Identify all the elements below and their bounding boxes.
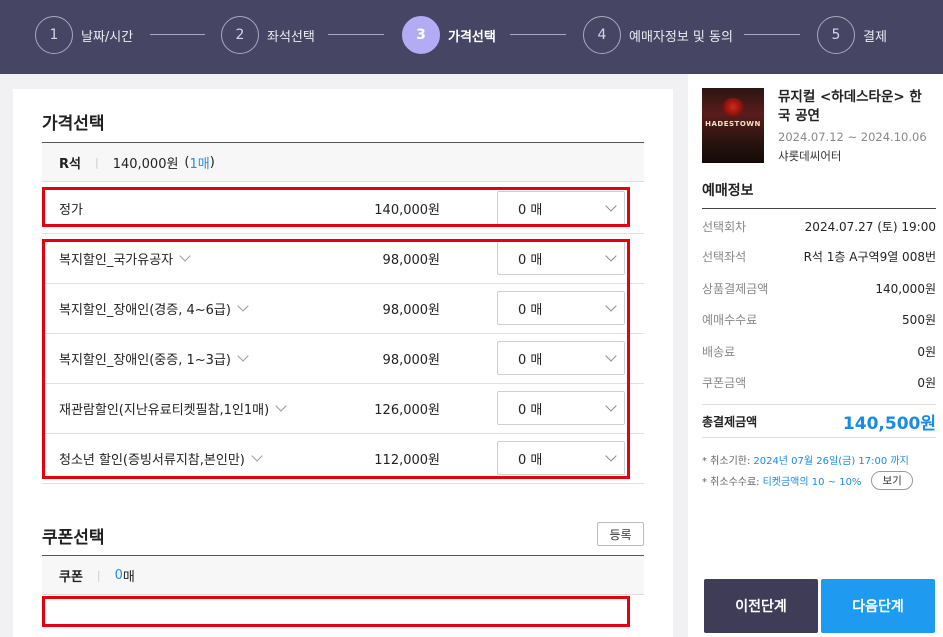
note-label: * 취소수수료: <box>702 477 760 488</box>
coupon-label: 쿠폰 <box>59 569 83 585</box>
step-3-active: 3 가격선택 <box>402 15 496 55</box>
info-value: R석 1층 A구역9열 008번 <box>803 249 936 264</box>
info-value: 140,000원 <box>875 281 936 296</box>
note-value: 2024년 07월 26일(금) 17:00 까지 <box>753 456 909 467</box>
coupon-count-unit: 매 <box>122 569 135 585</box>
poster-rose-graphic <box>722 98 744 116</box>
grade-name: R석 <box>59 156 81 172</box>
info-key: 상품결제금액 <box>702 281 769 296</box>
step-label: 가격선택 <box>448 29 496 45</box>
show-venue: 샤롯데씨어터 <box>778 149 842 163</box>
coupon-register-button[interactable]: 등록 <box>597 522 644 546</box>
prev-step-button[interactable]: 이전단계 <box>704 579 818 633</box>
info-value: 500원 <box>902 312 936 327</box>
info-row: 배송료 0원 <box>702 341 936 361</box>
divider: | <box>96 568 101 582</box>
info-row: 상품결제금액 140,000원 <box>702 278 936 298</box>
booking-summary-sidebar: HADESTOWN 뮤지컬 <하데스타운> 한국 공연 2024.07.12 ~… <box>688 74 943 637</box>
step-number: 1 <box>35 16 73 54</box>
step-connector <box>744 34 800 35</box>
price-section-title: 가격선택 <box>42 114 105 134</box>
grade-header: R석 | 140,000원 (1매) <box>42 142 644 182</box>
step-connector <box>510 34 566 35</box>
step-2: 2 좌석선택 <box>221 15 315 55</box>
show-title: 뮤지컬 <하데스타운> 한국 공연 <box>778 89 922 124</box>
cancel-fee-note: * 취소수수료: 티켓금액의 10 ~ 10% 보기 <box>702 471 913 490</box>
info-row: 선택회차 2024.07.27 (토) 19:00 <box>702 216 936 236</box>
divider: | <box>94 155 99 169</box>
highlight-box-regular <box>42 187 630 227</box>
info-key: 배송료 <box>702 344 736 359</box>
info-value: 0원 <box>917 344 936 359</box>
info-row: 선택좌석 R석 1층 A구역9열 008번 <box>702 246 936 266</box>
step-number: 4 <box>583 16 621 54</box>
info-row: 쿠폰금액 0원 <box>702 372 936 392</box>
grade-count: 1매 <box>189 156 210 172</box>
step-label: 날짜/시간 <box>81 29 134 45</box>
step-connector <box>150 34 205 35</box>
step-label: 좌석선택 <box>267 29 315 45</box>
show-dates: 2024.07.12 ~ 2024.10.06 <box>778 130 927 144</box>
info-key: 예매수수료 <box>702 312 758 327</box>
info-value: 0원 <box>917 375 936 390</box>
highlight-box-coupon <box>42 596 630 627</box>
highlight-box-discounts <box>42 239 630 479</box>
step-label: 결제 <box>863 29 887 45</box>
info-value: 2024.07.27 (토) 19:00 <box>804 219 936 234</box>
step-5: 5 결제 <box>817 15 887 55</box>
cancel-deadline-note: * 취소기한: 2024년 07월 26일(금) 17:00 까지 <box>702 452 909 467</box>
step-number: 2 <box>221 16 259 54</box>
show-poster: HADESTOWN <box>702 88 764 163</box>
step-number: 3 <box>402 16 440 54</box>
grade-price: 140,000원 <box>112 156 179 172</box>
info-key: 선택좌석 <box>702 249 747 264</box>
poster-title: HADESTOWN <box>705 120 761 128</box>
note-label: * 취소기한: <box>702 456 751 467</box>
total-label: 총결제금액 <box>702 414 758 429</box>
step-1: 1 날짜/시간 <box>35 15 133 55</box>
grade-count-close: ) <box>209 154 215 170</box>
coupon-header: 쿠폰 | 0매 <box>42 555 644 595</box>
step-4: 4 예매자정보 및 동의 <box>583 15 733 55</box>
info-key: 쿠폰금액 <box>702 375 747 390</box>
next-step-button[interactable]: 다음단계 <box>821 579 935 633</box>
booking-info-title: 예매정보 <box>702 180 936 209</box>
info-key: 선택회차 <box>702 219 747 234</box>
step-label: 예매자정보 및 동의 <box>629 29 733 45</box>
coupon-count-number: 0 <box>114 567 123 583</box>
info-row: 예매수수료 500원 <box>702 309 936 329</box>
step-number: 5 <box>817 16 855 54</box>
price-selection-panel: 가격선택 R석 | 140,000원 (1매) 정가 140,000원 0 매 … <box>13 89 673 637</box>
view-fee-button[interactable]: 보기 <box>871 471 913 490</box>
step-connector <box>328 34 384 35</box>
total-value: 140,500원 <box>842 413 936 434</box>
note-value: 티켓금액의 10 ~ 10% <box>762 477 862 488</box>
total-amount-row: 총결제금액 140,500원 <box>702 404 936 438</box>
coupon-section-title: 쿠폰선택 <box>42 528 105 548</box>
step-progress-bar: 1 날짜/시간 2 좌석선택 3 가격선택 4 예매자정보 및 동의 5 결제 <box>0 0 943 74</box>
